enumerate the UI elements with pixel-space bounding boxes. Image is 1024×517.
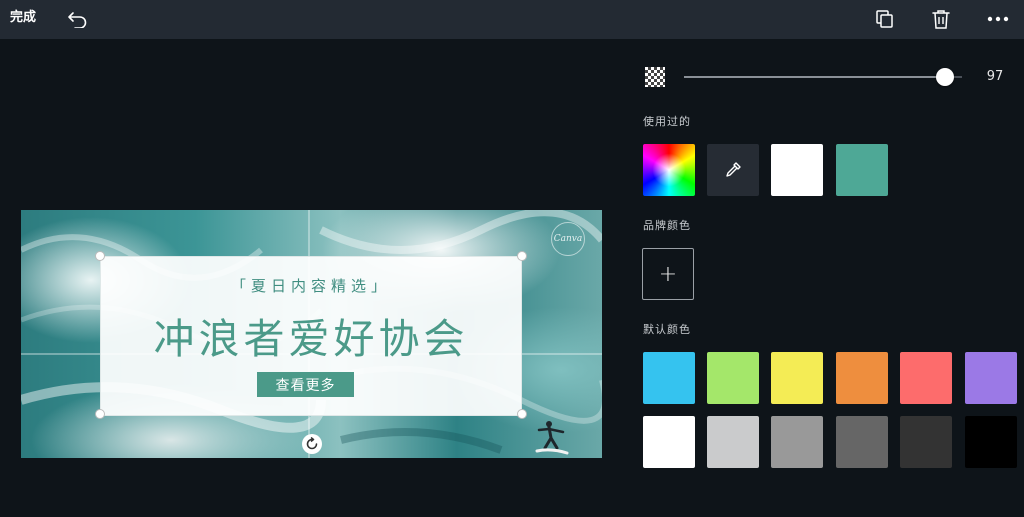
color-picker-swatch[interactable] <box>643 144 695 196</box>
slider-fill <box>684 76 945 78</box>
done-button[interactable]: 完成 <box>10 8 36 28</box>
default-color-swatch[interactable] <box>643 352 695 404</box>
undo-icon[interactable] <box>65 6 91 32</box>
used-color-swatch[interactable] <box>836 144 888 196</box>
default-color-swatch[interactable] <box>836 352 888 404</box>
rotate-icon <box>306 437 318 450</box>
brand-colors-label: 品牌颜色 <box>643 219 691 232</box>
default-colors-label: 默认颜色 <box>643 323 691 336</box>
plus-icon: + <box>658 261 678 287</box>
default-color-swatch[interactable] <box>900 416 952 468</box>
default-color-swatch[interactable] <box>771 352 823 404</box>
design-title[interactable]: 冲浪者爱好协会 <box>101 305 521 365</box>
eyedropper-icon <box>726 162 741 177</box>
default-color-swatch[interactable] <box>965 416 1017 468</box>
default-color-swatch[interactable] <box>965 352 1017 404</box>
default-color-swatch[interactable] <box>836 416 888 468</box>
default-color-swatch[interactable] <box>900 352 952 404</box>
view-more-button[interactable]: 查看更多 <box>257 372 354 397</box>
resize-handle-bottom-left[interactable] <box>95 409 105 419</box>
rotate-handle[interactable] <box>302 434 322 454</box>
top-toolbar: 完成 <box>0 0 1024 39</box>
default-color-swatch[interactable] <box>643 416 695 468</box>
transparency-slider[interactable] <box>684 68 962 86</box>
trash-icon[interactable] <box>928 6 954 32</box>
resize-handle-top-right[interactable] <box>517 251 527 261</box>
surfer-image <box>535 421 569 455</box>
text-card[interactable]: 「夏日内容精选」 冲浪者爱好协会 查看更多 <box>100 256 522 416</box>
eyedropper-button[interactable] <box>707 144 759 196</box>
used-colors-label: 使用过的 <box>643 115 691 128</box>
canva-watermark: Canva <box>551 222 585 256</box>
add-brand-color-button[interactable]: + <box>642 248 694 300</box>
used-color-swatch[interactable] <box>771 144 823 196</box>
default-color-swatch[interactable] <box>771 416 823 468</box>
default-color-swatch[interactable] <box>707 416 759 468</box>
slider-thumb[interactable] <box>936 68 954 86</box>
transparency-value: 97 <box>986 69 1004 84</box>
duplicate-icon[interactable] <box>872 6 898 32</box>
design-subtitle[interactable]: 「夏日内容精选」 <box>101 275 521 296</box>
transparency-icon <box>645 67 665 87</box>
design-canvas[interactable]: Canva 「夏日内容精选」 冲浪者爱好协会 查看更多 <box>21 210 602 458</box>
resize-handle-top-left[interactable] <box>95 251 105 261</box>
more-icon[interactable] <box>985 6 1011 32</box>
resize-handle-bottom-right[interactable] <box>517 409 527 419</box>
default-color-swatch[interactable] <box>707 352 759 404</box>
